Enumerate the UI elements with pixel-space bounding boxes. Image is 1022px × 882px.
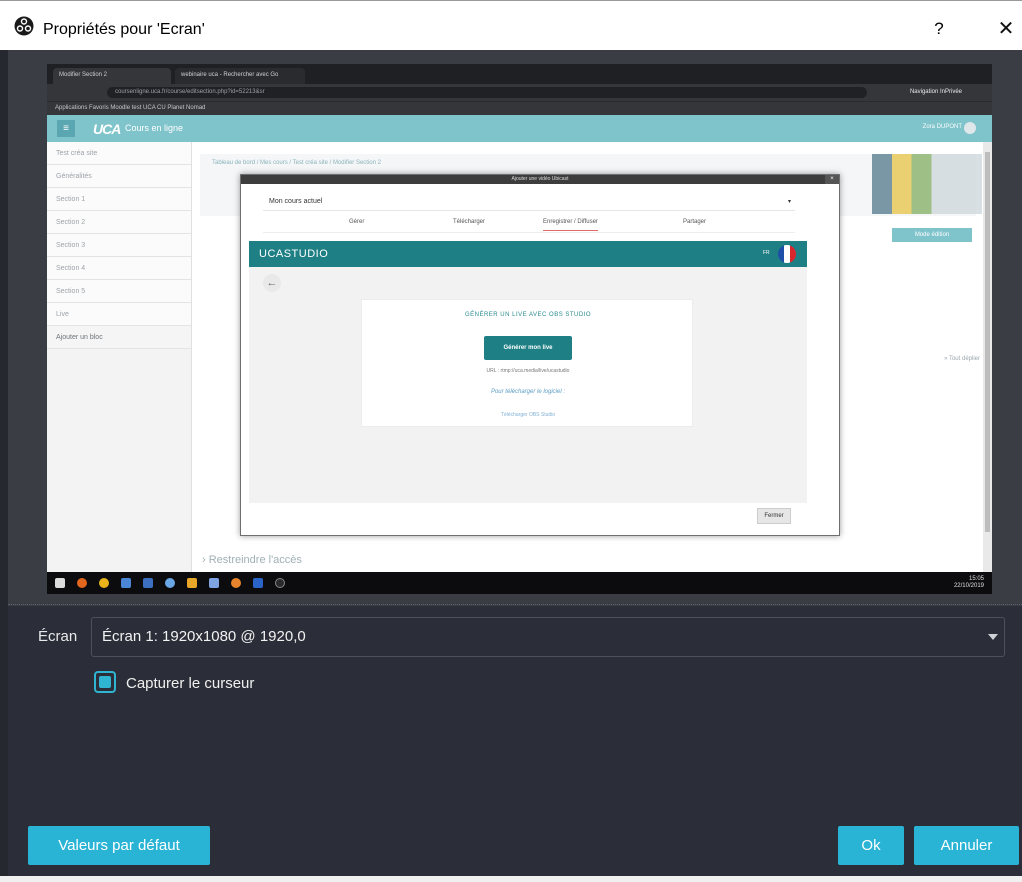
window-bottom-edge — [0, 876, 1022, 882]
taskbar: 15:05 22/10/2019 — [47, 572, 992, 594]
banner-image — [872, 154, 982, 214]
clock-app-icon — [165, 578, 175, 588]
properties-dialog: Propriétés pour 'Ecran' ? ✕ Modifier Sec… — [0, 0, 1022, 882]
taskbar-clock: 15:05 22/10/2019 — [954, 576, 984, 590]
tab-enregistrer: Enregistrer / Diffuser — [543, 219, 598, 231]
explorer-icon — [121, 578, 131, 588]
chevron-down-icon: ▾ — [787, 199, 791, 205]
defaults-button[interactable]: Valeurs par défaut — [28, 826, 210, 865]
sidebar-item: Test créa site — [47, 142, 191, 165]
close-button[interactable]: ✕ — [996, 19, 1016, 39]
taskbar-date: 22/10/2019 — [953, 583, 984, 589]
browser-tab: webinaire uca - Rechercher avec Go — [175, 68, 305, 84]
app-icon — [231, 578, 241, 588]
back-arrow-icon: ← — [263, 274, 281, 292]
app-icon — [143, 578, 153, 588]
modal-close-button: Fermer — [757, 508, 791, 524]
windows-icon — [55, 578, 65, 588]
sidebar-item: Section 5 — [47, 280, 191, 303]
chevron-down-icon — [988, 634, 998, 640]
browser-addressbar: coursenligne.uca.fr/course/editsection.p… — [47, 84, 992, 101]
language-label: FR — [763, 250, 770, 256]
sidebar-item: Section 1 — [47, 188, 191, 211]
modal-close-icon: × — [825, 175, 839, 184]
browser-profile: Navigation InPrivée — [909, 89, 962, 95]
files-icon — [187, 578, 197, 588]
captured-scrollbar — [983, 142, 992, 572]
browser-tabbar: Modifier Section 2 webinaire uca - Reche… — [47, 64, 992, 84]
modal-tabs: Gérer Télécharger Enregistrer / Diffuser… — [263, 215, 795, 233]
french-flag-icon — [778, 245, 796, 263]
screen-select-value: Écran 1: 1920x1080 @ 1920,0 — [102, 628, 306, 645]
lms-sidebar: Test créa site Généralités Section 1 Sec… — [47, 142, 192, 572]
sidebar-item: Live — [47, 303, 191, 326]
edit-mode-toggle: Mode édition — [892, 228, 972, 242]
live-heading: GÉNÉRER UN LIVE AVEC OBS STUDIO — [464, 312, 592, 318]
ubicast-modal: Ajouter une vidéo Ubicast × Mon cours ac… — [240, 174, 840, 536]
title-bar: Propriétés pour 'Ecran' ? ✕ — [0, 0, 1022, 50]
capture-cursor-checkbox[interactable] — [94, 671, 116, 693]
sidebar-item: Section 4 — [47, 257, 191, 280]
hamburger-icon: ≡ — [57, 120, 75, 137]
course-select: Mon cours actuel ▾ — [263, 193, 795, 211]
capture-cursor-label[interactable]: Capturer le curseur — [126, 675, 254, 693]
browser-url: coursenligne.uca.fr/course/editsection.p… — [107, 87, 867, 98]
lms-logo: UCA — [93, 121, 121, 137]
browser-bookmarks: Applications Favoris Moodle test UCA CU … — [47, 101, 992, 115]
lms-user-name: Zora DUPONT — [922, 124, 962, 130]
ucastudio-logo: UCASTUDIO — [259, 248, 329, 260]
checkbox-checked-mark — [99, 676, 111, 688]
preview-divider[interactable] — [8, 604, 1022, 606]
restrict-access-section: › Restreindre l'accès — [202, 554, 302, 566]
ucastudio-header: UCASTUDIO FR — [249, 241, 807, 267]
expand-all-link: » Tout déplier — [944, 356, 980, 362]
left-frame — [0, 50, 8, 876]
lms-site-name: Cours en ligne — [125, 123, 184, 133]
ucastudio-frame: UCASTUDIO FR ← GÉNÉRER UN LIVE AVEC OBS … — [249, 241, 807, 503]
download-obs-link: Télécharger OBS Studio — [500, 412, 556, 418]
taskbar-time: 15:05 — [968, 576, 984, 582]
sidebar-item: Ajouter un bloc — [47, 326, 191, 349]
screen-label: Écran — [38, 628, 78, 645]
sidebar-item: Généralités — [47, 165, 191, 188]
course-select-value: Mon cours actuel — [269, 198, 323, 205]
browser-tab: Modifier Section 2 — [53, 68, 171, 84]
captured-screen: Modifier Section 2 webinaire uca - Reche… — [47, 64, 992, 594]
obs-taskbar-icon — [275, 578, 285, 588]
sidebar-item: Section 2 — [47, 211, 191, 234]
help-button[interactable]: ? — [930, 19, 948, 39]
word-icon — [253, 578, 263, 588]
app-icon — [209, 578, 219, 588]
sidebar-item: Section 3 — [47, 234, 191, 257]
tab-telecharger: Télécharger — [453, 219, 486, 225]
firefox-icon — [77, 578, 87, 588]
tab-partager: Partager — [683, 219, 707, 225]
chrome-icon — [99, 578, 109, 588]
screen-select[interactable]: Écran 1: 1920x1080 @ 1920,0 — [91, 617, 1005, 657]
lms-header: ≡ UCA Cours en ligne Zora DUPONT — [47, 115, 992, 142]
generate-live-button: Générer mon live — [484, 336, 572, 360]
avatar — [964, 122, 976, 134]
download-label: Pour télécharger le logiciel : — [490, 389, 566, 395]
tab-gerer: Gérer — [349, 219, 365, 225]
ok-button[interactable]: Ok — [838, 826, 904, 865]
window-title: Propriétés pour 'Ecran' — [43, 21, 205, 38]
live-card: GÉNÉRER UN LIVE AVEC OBS STUDIO Générer … — [361, 299, 693, 427]
modal-title: Ajouter une vidéo Ubicast — [241, 175, 839, 184]
obs-logo-icon — [14, 16, 34, 36]
breadcrumb: Tableau de bord / Mes cours / Test créa … — [212, 160, 381, 166]
cancel-button[interactable]: Annuler — [914, 826, 1019, 865]
stream-url: URL : rtmp://uca.media/live/ucastudio — [486, 368, 570, 374]
